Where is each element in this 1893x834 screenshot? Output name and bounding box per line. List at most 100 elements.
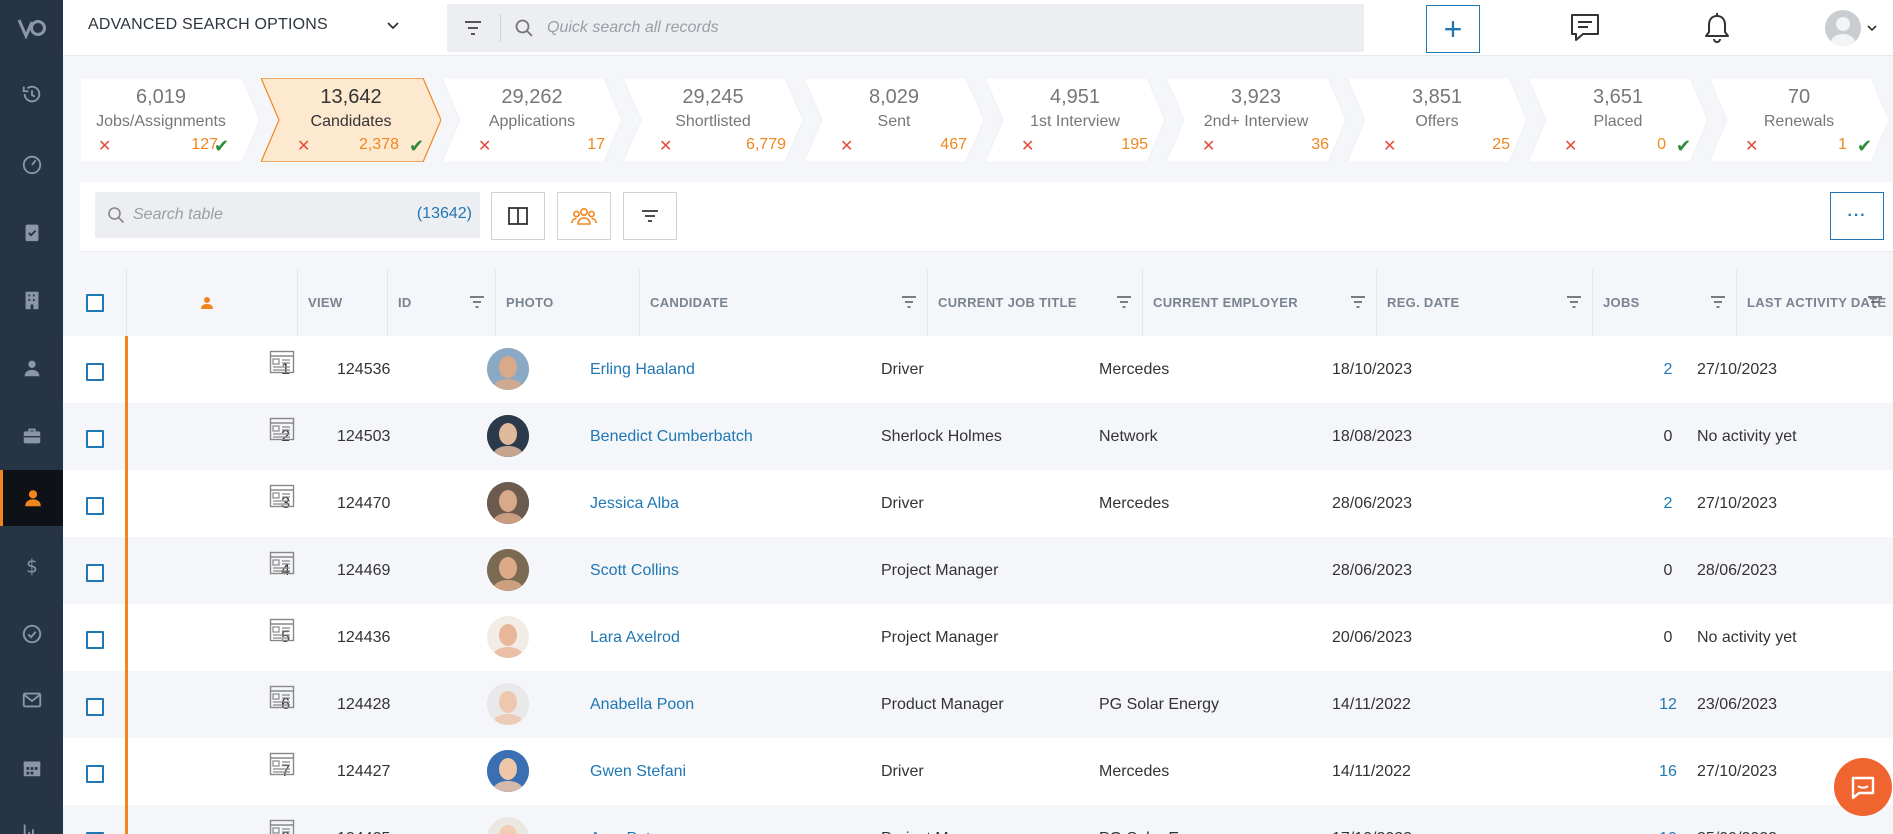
table-search[interactable]: Search table (13642) <box>95 192 480 238</box>
jobs-count[interactable]: 2 <box>1653 336 1683 403</box>
reject-icon[interactable]: ✕ <box>297 136 310 156</box>
candidate-name[interactable]: Erling Haaland <box>590 336 878 403</box>
pipeline-stage[interactable]: 13,642 Candidates ✕ 2,378 ✔ <box>261 78 441 162</box>
reject-icon[interactable]: ✕ <box>478 136 491 156</box>
reject-icon[interactable]: ✕ <box>659 136 672 156</box>
header-pin[interactable] <box>127 270 298 336</box>
jobs-count[interactable]: 10 <box>1653 805 1683 834</box>
filter-icon[interactable] <box>1116 295 1132 309</box>
reject-icon[interactable]: ✕ <box>1383 136 1396 156</box>
sidebar-item-companies[interactable] <box>0 272 63 328</box>
pipeline-stage[interactable]: 3,923 2nd+ Interview ✕ 36 <box>1166 78 1346 162</box>
columns-button[interactable] <box>491 192 545 240</box>
jobs-count[interactable]: 12 <box>1653 671 1683 738</box>
reject-icon[interactable]: ✕ <box>98 136 111 156</box>
sidebar-item-finance[interactable]: $ <box>0 538 63 594</box>
view-record-icon[interactable] <box>269 819 295 834</box>
support-chat-button[interactable] <box>1834 758 1892 816</box>
accept-icon[interactable]: ✔ <box>1857 136 1872 157</box>
reject-icon[interactable]: ✕ <box>1745 136 1758 156</box>
sidebar-item-history[interactable] <box>0 66 63 122</box>
header-job-title[interactable]: CURRENT JOB TITLE <box>928 270 1143 336</box>
table-row[interactable]: 5 124436 Lara Axelrod Project Manager 20/06/… <box>63 604 1893 671</box>
chevron-down-icon[interactable] <box>385 18 401 34</box>
jobs-count[interactable]: 16 <box>1653 738 1683 805</box>
candidate-name[interactable]: Lara Axelrod <box>590 604 878 671</box>
accept-icon[interactable]: ✔ <box>409 136 424 157</box>
table-row[interactable]: 1 124536 Erling Haaland Driver Mercedes 18/10… <box>63 336 1893 403</box>
pipeline-stage[interactable]: 29,262 Applications ✕ 17 <box>442 78 622 162</box>
filter-icon[interactable] <box>463 19 483 37</box>
view-record-icon[interactable] <box>269 618 295 642</box>
filter-icon[interactable] <box>1350 295 1366 309</box>
sidebar-item-jobs[interactable] <box>0 408 63 464</box>
stage-subcount[interactable]: 195 <box>1121 136 1148 154</box>
view-record-icon[interactable] <box>269 752 295 776</box>
pipeline-stage[interactable]: 3,651 Placed ✕ 0 ✔ <box>1528 78 1708 162</box>
pipeline-stage[interactable]: 6,019 Jobs/Assignments ✕ 127 ✔ <box>80 78 260 162</box>
stage-subcount[interactable]: 2,378 <box>359 136 399 154</box>
candidate-name[interactable]: Jessica Alba <box>590 470 878 537</box>
row-checkbox[interactable] <box>86 497 104 515</box>
bell-icon[interactable] <box>1702 12 1732 44</box>
stage-subcount[interactable]: 1 <box>1838 136 1847 154</box>
table-row[interactable]: 3 124470 Jessica Alba Driver Mercedes 28/06/2… <box>63 470 1893 537</box>
view-record-icon[interactable] <box>269 484 295 508</box>
stage-subcount[interactable]: 17 <box>587 136 605 154</box>
reject-icon[interactable]: ✕ <box>1021 136 1034 156</box>
header-jobs[interactable]: JOBS <box>1593 270 1737 336</box>
pipeline-stage[interactable]: 8,029 Sent ✕ 467 <box>804 78 984 162</box>
row-checkbox[interactable] <box>86 765 104 783</box>
table-row[interactable]: 6 124428 Anabella Poon Product Manager PG So… <box>63 671 1893 738</box>
stage-subcount[interactable]: 0 <box>1657 136 1666 154</box>
stage-subcount[interactable]: 36 <box>1311 136 1329 154</box>
group-button[interactable] <box>557 192 611 240</box>
accept-icon[interactable]: ✔ <box>1676 136 1691 157</box>
more-options-button[interactable]: ··· <box>1830 192 1884 240</box>
sidebar-item-calendar[interactable] <box>0 740 63 796</box>
chevron-down-icon[interactable] <box>1866 22 1878 34</box>
advanced-search-toggle[interactable]: ADVANCED SEARCH OPTIONS <box>88 16 328 34</box>
view-record-icon[interactable] <box>269 350 295 374</box>
filter-icon[interactable] <box>1710 295 1726 309</box>
table-row[interactable]: 7 124427 Gwen Stefani Driver Mercedes 14/11/2… <box>63 738 1893 805</box>
header-candidate[interactable]: CANDIDATE <box>640 270 928 336</box>
row-checkbox[interactable] <box>86 564 104 582</box>
jobs-count[interactable]: 2 <box>1653 470 1683 537</box>
app-logo[interactable] <box>0 0 63 56</box>
select-all-checkbox[interactable] <box>86 294 104 312</box>
candidate-name[interactable]: Benedict Cumberbatch <box>590 403 878 470</box>
sidebar-item-approvals[interactable] <box>0 606 63 662</box>
row-checkbox[interactable] <box>86 698 104 716</box>
stage-subcount[interactable]: 25 <box>1492 136 1510 154</box>
pipeline-stage[interactable]: 70 Renewals ✕ 1 ✔ <box>1709 78 1889 162</box>
reject-icon[interactable]: ✕ <box>840 136 853 156</box>
header-last-activity[interactable]: LAST ACTIVITY DATE <box>1737 270 1893 336</box>
candidate-name[interactable]: Gwen Stefani <box>590 738 878 805</box>
filter-icon[interactable] <box>1867 295 1883 309</box>
row-checkbox[interactable] <box>86 363 104 381</box>
header-employer[interactable]: CURRENT EMPLOYER <box>1143 270 1377 336</box>
candidate-name[interactable]: Amy Peterson <box>590 805 878 834</box>
table-row[interactable]: 8124425Amy PetersonProject ManagerPG Sol… <box>63 805 1893 834</box>
sidebar-item-mail[interactable] <box>0 672 63 728</box>
sidebar-item-contacts[interactable] <box>0 340 63 396</box>
quick-search-input[interactable] <box>547 16 1327 40</box>
row-checkbox[interactable] <box>86 631 104 649</box>
candidate-name[interactable]: Scott Collins <box>590 537 878 604</box>
pipeline-stage[interactable]: 29,245 Shortlisted ✕ 6,779 <box>623 78 803 162</box>
sidebar-item-dashboard[interactable] <box>0 136 63 192</box>
sidebar-item-tasks[interactable] <box>0 204 63 260</box>
reject-icon[interactable]: ✕ <box>1564 136 1577 156</box>
view-record-icon[interactable] <box>269 551 295 575</box>
header-reg-date[interactable]: REG. DATE <box>1377 270 1593 336</box>
stage-subcount[interactable]: 467 <box>940 136 967 154</box>
stage-subcount[interactable]: 6,779 <box>746 136 786 154</box>
message-icon[interactable] <box>1569 12 1601 42</box>
table-row[interactable]: 4 124469 Scott Collins Project Manager 28/06… <box>63 537 1893 604</box>
accept-icon[interactable]: ✔ <box>214 136 229 157</box>
reject-icon[interactable]: ✕ <box>1202 136 1215 156</box>
filter-icon[interactable] <box>1566 295 1582 309</box>
filter-icon[interactable] <box>901 295 917 309</box>
view-record-icon[interactable] <box>269 685 295 709</box>
